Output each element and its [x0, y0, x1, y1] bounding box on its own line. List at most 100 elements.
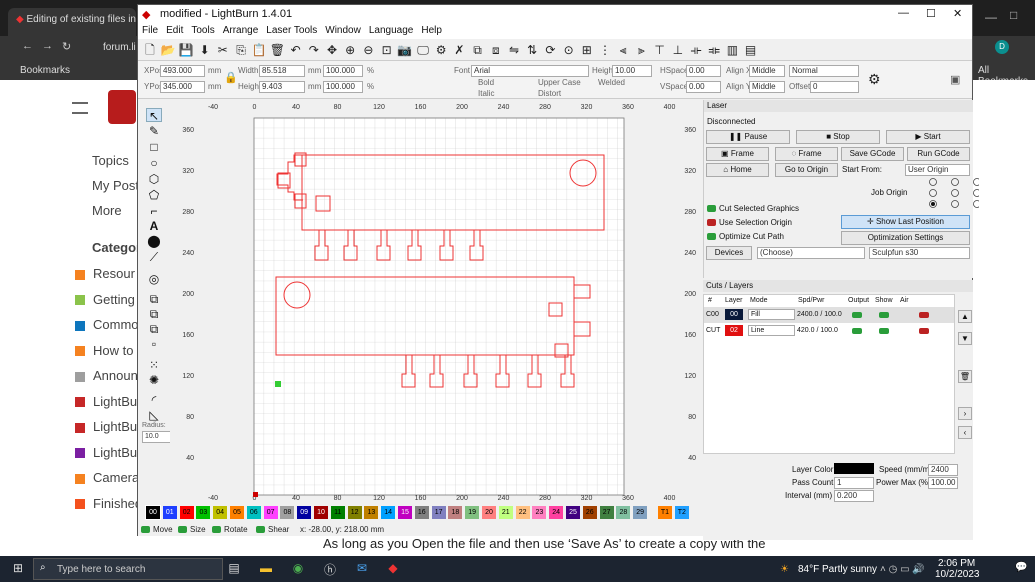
- palette-color-12[interactable]: 12: [347, 506, 362, 519]
- profile-avatar[interactable]: D: [995, 40, 1009, 54]
- palette-color-27[interactable]: 27: [599, 506, 614, 519]
- move-layer-up-icon[interactable]: ▲: [958, 310, 972, 323]
- output-toggle[interactable]: [852, 312, 862, 318]
- pass-count-input[interactable]: 1: [834, 477, 874, 489]
- taskbar-search[interactable]: ⌕ Type here to search: [33, 558, 223, 580]
- distort-checkbox[interactable]: Distort: [538, 89, 561, 98]
- distribute-icon[interactable]: ⋮: [597, 42, 613, 58]
- palette-color-13[interactable]: 13: [364, 506, 379, 519]
- palette-color-26[interactable]: 26: [582, 506, 597, 519]
- align-left-icon[interactable]: ⫷: [615, 42, 631, 58]
- measure-tool-icon[interactable]: ⟋: [146, 250, 162, 264]
- vspace-input[interactable]: 0.00: [686, 81, 721, 93]
- menu-item[interactable]: Tools: [191, 25, 214, 36]
- rectangle-tool-icon[interactable]: □: [146, 140, 162, 154]
- delete-layer-icon[interactable]: 🗑: [958, 370, 972, 383]
- undo-icon[interactable]: ↶: [288, 42, 304, 58]
- settings-icon[interactable]: ⚙: [433, 42, 449, 58]
- palette-color-00[interactable]: 00: [145, 505, 161, 520]
- grid-array-icon[interactable]: ⁙: [146, 358, 162, 372]
- palette-color-T1[interactable]: T1: [658, 506, 672, 519]
- new-file-icon[interactable]: 🗋: [142, 42, 158, 58]
- hamburger-icon[interactable]: [72, 102, 88, 114]
- layer-mode-select[interactable]: Line: [748, 325, 795, 336]
- dock2-icon[interactable]: ▤: [743, 42, 759, 58]
- zoom-fit-icon[interactable]: ⊡: [379, 42, 395, 58]
- palette-color-29[interactable]: 29: [633, 506, 648, 519]
- polygon-tool-icon[interactable]: ⬡: [146, 172, 162, 186]
- palette-color-06[interactable]: 06: [246, 506, 261, 519]
- device-select[interactable]: Sculpfun s30: [869, 247, 970, 259]
- clock-time[interactable]: 2:06 PM: [938, 558, 975, 569]
- maximize-icon[interactable]: □: [1010, 8, 1017, 22]
- optimize-cut-path-option[interactable]: Optimize Cut Path: [707, 232, 784, 241]
- menu-item[interactable]: Window: [325, 25, 361, 36]
- layer-mode-select[interactable]: Fill: [748, 309, 795, 320]
- optimization-settings-button[interactable]: Optimization Settings: [841, 231, 970, 245]
- sidebar-item-my-posts[interactable]: My Post: [92, 178, 139, 193]
- camera-icon[interactable]: 📷: [397, 42, 413, 58]
- palette-color-08[interactable]: 08: [280, 506, 295, 519]
- forward-icon[interactable]: →: [42, 40, 53, 52]
- rotate-toggle[interactable]: Rotate: [212, 525, 248, 534]
- task-view-icon[interactable]: ▤: [226, 561, 242, 577]
- offset-input[interactable]: 0: [810, 81, 859, 93]
- hspace-input[interactable]: 0.00: [686, 65, 721, 77]
- tray-icons[interactable]: ˄ ◷ ▭ 🔊: [880, 564, 925, 575]
- file-explorer-icon[interactable]: ▬: [258, 561, 274, 577]
- zoom-out-icon[interactable]: ⊖: [360, 42, 376, 58]
- bookmarks-label[interactable]: Bookmarks: [20, 65, 70, 76]
- port-select[interactable]: (Choose): [757, 247, 865, 259]
- palette-color-25[interactable]: 25: [566, 506, 580, 519]
- palette-color-24[interactable]: 24: [549, 506, 564, 519]
- category-item[interactable]: LightBur: [75, 419, 141, 434]
- frame-circle-button[interactable]: ◌ Frame: [775, 147, 838, 161]
- move-toggle[interactable]: Move: [141, 525, 173, 534]
- move-layer-down-icon[interactable]: ▼: [958, 332, 972, 345]
- maximize-icon[interactable]: ☐: [926, 7, 936, 20]
- cuts-table-row[interactable]: C00 00 Fill 2400.0 / 100.0: [704, 307, 954, 323]
- tools-icon[interactable]: ✗: [451, 42, 467, 58]
- palette-color-17[interactable]: 17: [431, 506, 446, 519]
- windows-start-icon[interactable]: ⊞: [10, 561, 26, 577]
- center-v-icon[interactable]: ⟚: [706, 42, 722, 58]
- categories-header[interactable]: Categor: [92, 240, 141, 255]
- palette-color-07[interactable]: 07: [263, 506, 278, 519]
- palette-color-01[interactable]: 01: [162, 506, 177, 519]
- go-to-origin-button[interactable]: Go to Origin: [775, 163, 838, 177]
- target-icon[interactable]: ⊙: [561, 42, 577, 58]
- menu-item[interactable]: Language: [369, 25, 414, 36]
- weld-tool-icon[interactable]: ⧉: [146, 292, 162, 306]
- uppercase-checkbox[interactable]: Upper Case: [538, 78, 581, 87]
- panel-toggle-icon[interactable]: ▣: [950, 73, 960, 86]
- corner-tool-icon[interactable]: ◺: [146, 408, 162, 422]
- rotate-icon[interactable]: ⟳: [542, 42, 558, 58]
- devices-button[interactable]: Devices: [706, 246, 752, 260]
- height-input[interactable]: 9.403: [259, 81, 305, 93]
- category-item[interactable]: LightBur: [75, 394, 141, 409]
- width-input[interactable]: 85.518: [259, 65, 305, 77]
- minimize-icon[interactable]: —: [898, 7, 909, 19]
- show-last-position-button[interactable]: ✛ Show Last Position: [841, 215, 970, 229]
- palette-color-15[interactable]: 15: [398, 506, 412, 519]
- boolean-union-icon[interactable]: ⧉: [146, 307, 162, 321]
- cuts-table-row[interactable]: CUT 02 Line 420.0 / 100.0: [704, 323, 954, 339]
- menu-item[interactable]: Edit: [166, 25, 183, 36]
- reload-icon[interactable]: ↻: [62, 40, 71, 53]
- category-item[interactable]: Camera: [75, 470, 139, 485]
- sidebar-item-more[interactable]: More: [92, 203, 122, 218]
- close-icon[interactable]: ✕: [953, 7, 962, 20]
- lock-icon[interactable]: 🔒: [224, 71, 238, 84]
- category-item[interactable]: How to a: [75, 343, 144, 358]
- redo-icon[interactable]: ↷: [306, 42, 322, 58]
- paste-icon[interactable]: 📋: [251, 42, 267, 58]
- design-canvas[interactable]: -40 0 40 80 120 160 200 240 280 320 360 400 -40 0 40 80…: [170, 100, 704, 502]
- align-bottom-icon[interactable]: ⊥: [670, 42, 686, 58]
- category-item[interactable]: Commo: [75, 317, 139, 332]
- import-icon[interactable]: ⬇: [197, 42, 213, 58]
- position-tool-icon[interactable]: ⌐: [146, 204, 162, 218]
- run-gcode-button[interactable]: Run GCode: [907, 147, 970, 161]
- fillet-tool-icon[interactable]: ◜: [146, 393, 162, 407]
- forum-logo[interactable]: [108, 90, 136, 124]
- save-icon[interactable]: 💾: [178, 42, 194, 58]
